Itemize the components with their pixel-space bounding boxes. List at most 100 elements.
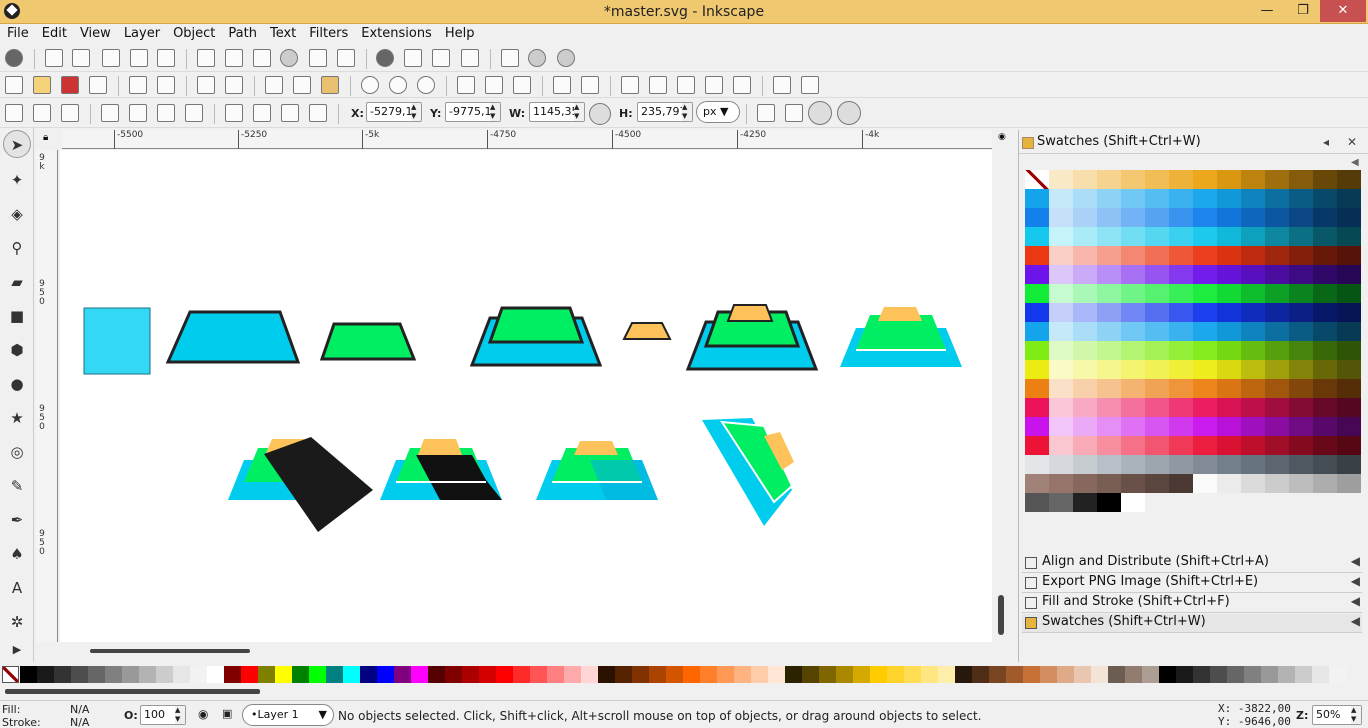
restore-button[interactable]: ❐ xyxy=(1286,0,1320,22)
swatch[interactable] xyxy=(1313,341,1337,360)
palette-color[interactable] xyxy=(428,666,445,683)
palette-color[interactable] xyxy=(989,666,1006,683)
raise-to-top-icon[interactable] xyxy=(225,104,243,122)
snap-page-border-icon[interactable] xyxy=(501,49,519,67)
menu-layer[interactable]: Layer xyxy=(117,24,166,41)
palette-color[interactable] xyxy=(768,666,785,683)
orange-trapezoid[interactable] xyxy=(622,322,672,340)
swatch[interactable] xyxy=(1289,170,1313,189)
palette-color[interactable] xyxy=(462,666,479,683)
cut-icon[interactable] xyxy=(293,76,311,94)
swatch[interactable] xyxy=(1073,417,1097,436)
palette-color[interactable] xyxy=(241,666,258,683)
palette-color[interactable] xyxy=(496,666,513,683)
palette-color[interactable] xyxy=(54,666,71,683)
expand-arrow-icon[interactable]: ◀ xyxy=(1351,614,1360,628)
palette-color[interactable] xyxy=(530,666,547,683)
close-button[interactable]: ✕ xyxy=(1320,0,1366,22)
panel-align-distribute[interactable]: Align and Distribute (Shift+Ctrl+A) ◀ xyxy=(1022,554,1362,573)
palette-color[interactable] xyxy=(377,666,394,683)
swatch[interactable] xyxy=(1169,398,1193,417)
palette-color[interactable] xyxy=(360,666,377,683)
swatch[interactable] xyxy=(1145,455,1169,474)
ungroup-icon[interactable] xyxy=(581,76,599,94)
swatch[interactable] xyxy=(1049,284,1073,303)
swatch[interactable] xyxy=(1193,341,1217,360)
lower-to-bottom-icon[interactable] xyxy=(309,104,327,122)
palette-color[interactable] xyxy=(173,666,190,683)
swatch[interactable] xyxy=(1241,265,1265,284)
palette-color[interactable] xyxy=(547,666,564,683)
menu-path[interactable]: Path xyxy=(221,24,263,41)
swatch[interactable] xyxy=(1289,379,1313,398)
snap-nodes-icon[interactable] xyxy=(197,49,215,67)
swatch[interactable] xyxy=(1121,170,1145,189)
palette-color[interactable] xyxy=(207,666,224,683)
swatch[interactable] xyxy=(1217,246,1241,265)
swatch[interactable] xyxy=(1073,265,1097,284)
palette-color[interactable] xyxy=(683,666,700,683)
rotated-stack[interactable] xyxy=(702,418,794,526)
new-document-icon[interactable] xyxy=(5,76,23,94)
swatch[interactable] xyxy=(1337,417,1361,436)
swatch[interactable] xyxy=(1313,246,1337,265)
swatch[interactable] xyxy=(1049,208,1073,227)
swatch[interactable] xyxy=(1049,189,1073,208)
palette-scrollbar[interactable] xyxy=(0,686,1368,698)
palette-color[interactable] xyxy=(1244,666,1261,683)
palette-color[interactable] xyxy=(394,666,411,683)
swatch[interactable] xyxy=(1145,322,1169,341)
swatch[interactable] xyxy=(1265,379,1289,398)
swatch[interactable] xyxy=(1073,493,1097,512)
swatch[interactable] xyxy=(1313,303,1337,322)
h-input[interactable]: 235,797 xyxy=(637,102,693,122)
swatch[interactable] xyxy=(1169,170,1193,189)
swatch[interactable] xyxy=(1217,208,1241,227)
snap-rotation-center-icon[interactable] xyxy=(432,49,450,67)
move-patterns-icon[interactable] xyxy=(837,101,861,125)
scale-stroke-icon[interactable] xyxy=(757,104,775,122)
layers-icon[interactable] xyxy=(677,76,695,94)
swatch[interactable] xyxy=(1169,208,1193,227)
swatch[interactable] xyxy=(1121,227,1145,246)
swatch[interactable] xyxy=(1025,189,1049,208)
swatch[interactable] xyxy=(1217,417,1241,436)
swatch[interactable] xyxy=(1289,208,1313,227)
palette-color[interactable] xyxy=(1193,666,1210,683)
swatch[interactable] xyxy=(1241,208,1265,227)
menu-extensions[interactable]: Extensions xyxy=(354,24,438,41)
swatch[interactable] xyxy=(1217,398,1241,417)
tweak-tool-icon[interactable]: ◈ xyxy=(8,205,26,223)
swatch[interactable] xyxy=(1097,455,1121,474)
vertical-scrollbar-thumb[interactable] xyxy=(998,595,1004,635)
swatch[interactable] xyxy=(1169,322,1193,341)
swatch[interactable] xyxy=(1241,246,1265,265)
zoom-input[interactable]: 50% xyxy=(1312,705,1362,725)
swatch[interactable] xyxy=(1337,208,1361,227)
swatch[interactable] xyxy=(1049,360,1073,379)
swatch[interactable] xyxy=(1193,398,1217,417)
palette-color[interactable] xyxy=(598,666,615,683)
expand-arrow-icon[interactable]: ◀ xyxy=(1351,574,1360,588)
three-layer-stack[interactable] xyxy=(685,304,819,371)
palette-color[interactable] xyxy=(88,666,105,683)
opacity-input[interactable]: 100 xyxy=(140,705,186,725)
menu-view[interactable]: View xyxy=(73,24,117,41)
swatch[interactable] xyxy=(1073,303,1097,322)
swatch[interactable] xyxy=(1313,322,1337,341)
w-input[interactable]: 1145,35 xyxy=(529,102,585,122)
swatch[interactable] xyxy=(1193,303,1217,322)
zoom-selection-icon[interactable] xyxy=(361,76,379,94)
palette-color[interactable] xyxy=(37,666,54,683)
layer-lock-icon[interactable]: ▣ xyxy=(222,707,232,720)
swatch[interactable] xyxy=(1337,265,1361,284)
swatch[interactable] xyxy=(1265,455,1289,474)
swatch[interactable] xyxy=(1289,303,1313,322)
swatch[interactable] xyxy=(1097,493,1121,512)
swatch[interactable] xyxy=(1097,246,1121,265)
palette-color[interactable] xyxy=(258,666,275,683)
swatch[interactable] xyxy=(1121,303,1145,322)
stroke-value[interactable]: N/A xyxy=(70,716,89,728)
swatch[interactable] xyxy=(1073,208,1097,227)
swatch[interactable] xyxy=(1121,341,1145,360)
